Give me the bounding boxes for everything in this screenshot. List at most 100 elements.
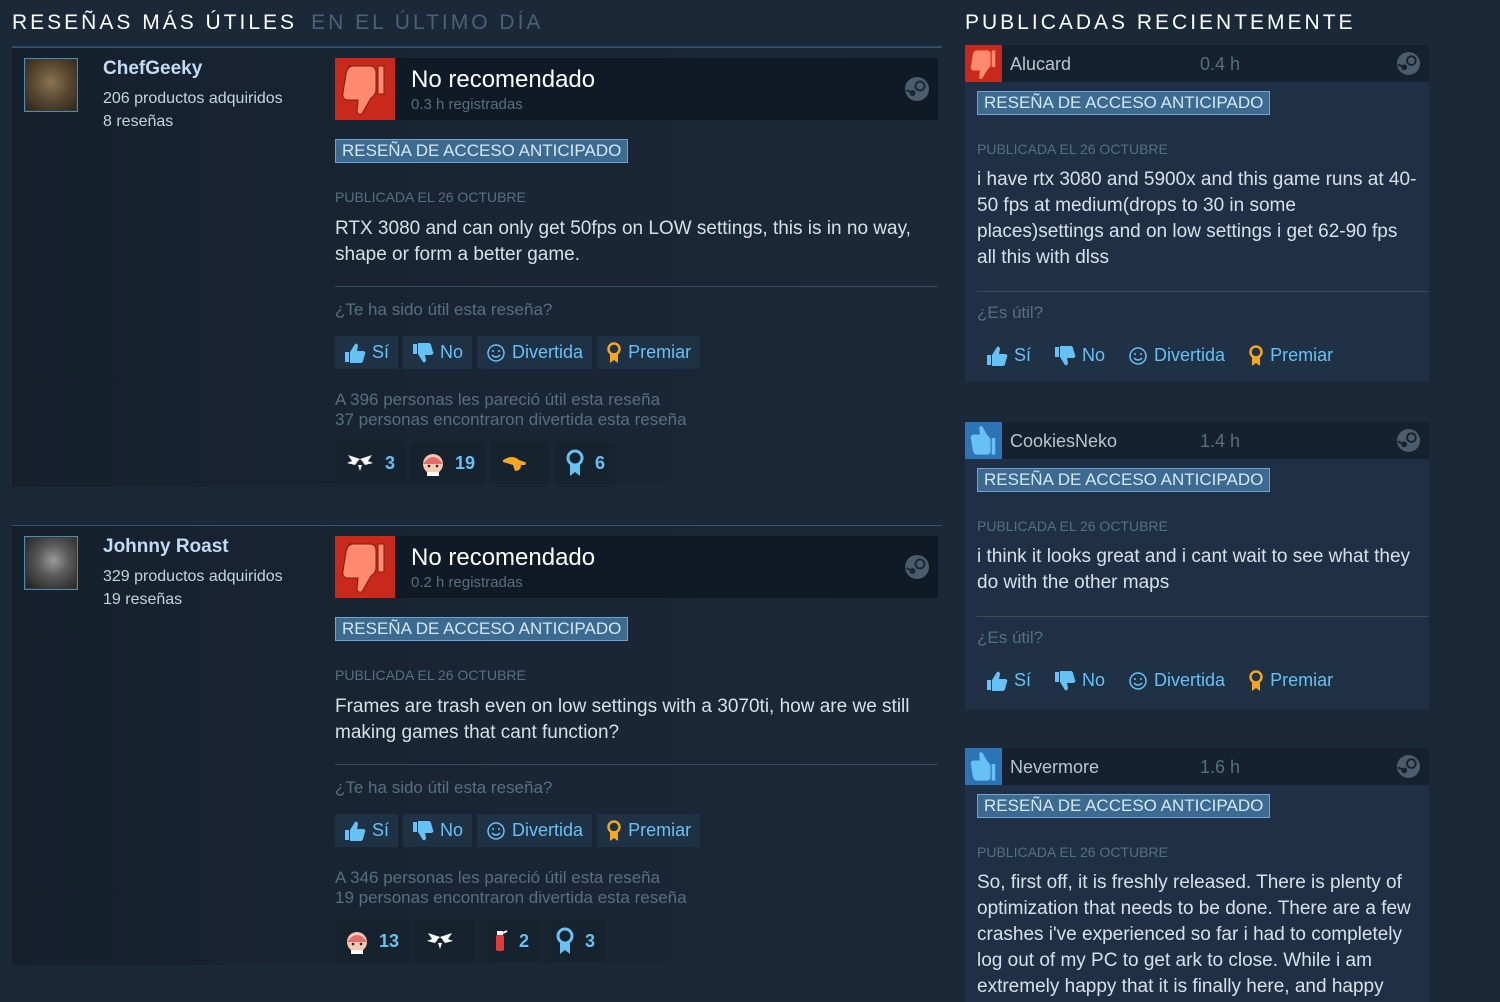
vote-buttons: Sí No Divertida Premiar [335, 814, 938, 847]
avatar[interactable] [24, 58, 78, 112]
posted-date: PUBLICADA EL 26 OCTUBRE [977, 518, 1168, 534]
review-text: So, first off, it is freshly released. T… [977, 872, 1411, 997]
author-name[interactable]: Alucard [1010, 54, 1071, 75]
award-label: Premiar [1270, 345, 1334, 365]
section-title-sub[interactable]: EN EL ÚLTIMO DÍA [311, 11, 543, 34]
award-chip[interactable]: 6 [555, 442, 616, 484]
section-title: RESEÑAS MÁS ÚTILES EN EL ÚLTIMO DÍA [12, 0, 942, 47]
author-reviews-count[interactable]: 8 reseñas [103, 113, 173, 131]
thumbs-down-small-icon [413, 820, 434, 840]
vote-yes-label: Sí [372, 820, 390, 840]
helpful-count-text: A 346 personas les pareció útil esta res… [335, 868, 661, 887]
thumbs-down-small-icon [1055, 345, 1076, 365]
award-button[interactable]: Premiar [1239, 339, 1343, 372]
review-verdict[interactable]: No recomendado 0.2 h registradas [335, 536, 938, 598]
vote-funny-button[interactable]: Divertida [1119, 664, 1235, 697]
early-access-badge: RESEÑA DE ACCESO ANTICIPADO [977, 794, 1271, 818]
recent-review-header[interactable]: CookiesNeko 1.4 h [965, 422, 1429, 459]
vote-yes-button[interactable]: Sí [335, 336, 399, 369]
author-name[interactable]: Johnny Roast [103, 536, 229, 558]
award-chip[interactable]: 3 [335, 442, 406, 484]
vote-funny-label: Divertida [512, 820, 584, 840]
hand-award-icon [503, 457, 527, 471]
review-card: Johnny Roast 329 productos adquiridos 19… [12, 525, 942, 965]
vote-yes-label: Sí [372, 342, 390, 362]
award-label: Premiar [628, 342, 692, 362]
ribbon-award-icon [566, 449, 584, 476]
thumbs-down-small-icon [1055, 670, 1076, 690]
review-verdict[interactable]: No recomendado 0.3 h registradas [335, 58, 938, 120]
award-button[interactable]: Premiar [597, 814, 701, 847]
recent-review-body: RESEÑA DE ACCESO ANTICIPADO PUBLICADA EL… [965, 459, 1429, 697]
thumbs-down-icon [335, 58, 395, 120]
vote-funny-button[interactable]: Divertida [477, 814, 593, 847]
review-text: Frames are trash even on low settings wi… [335, 696, 910, 743]
vote-no-button[interactable]: No [403, 336, 473, 369]
vote-no-label: No [440, 820, 464, 840]
vote-no-button[interactable]: No [1045, 664, 1115, 697]
divider [335, 764, 938, 765]
helpful-question: ¿Es útil? [977, 628, 1044, 647]
recent-review-card: Nevermore 1.6 h RESEÑA DE ACCESO ANTICIP… [965, 748, 1429, 1002]
early-access-badge: RESEÑA DE ACCESO ANTICIPADO [335, 617, 629, 641]
steam-logo-icon [1396, 51, 1421, 76]
award-chip[interactable]: 2 [481, 920, 540, 962]
early-access-badge: RESEÑA DE ACCESO ANTICIPADO [977, 468, 1271, 492]
funny-count-text: 37 personas encontraron divertida esta r… [335, 410, 687, 429]
award-ribbon-icon [607, 819, 621, 841]
thumbs-down-small-icon [413, 342, 434, 362]
vote-no-label: No [1082, 345, 1106, 365]
helpful-question: ¿Te ha sido útil esta reseña? [335, 778, 553, 797]
divider [335, 286, 938, 287]
vote-no-button[interactable]: No [403, 814, 473, 847]
recent-review-header[interactable]: Alucard 0.4 h [965, 45, 1429, 82]
award-button[interactable]: Premiar [1239, 664, 1343, 697]
vote-funny-label: Divertida [512, 342, 584, 362]
early-access-badge: RESEÑA DE ACCESO ANTICIPADO [977, 91, 1271, 115]
vote-yes-label: Sí [1014, 670, 1032, 690]
author-name[interactable]: Nevermore [1010, 757, 1099, 778]
award-chip[interactable] [415, 920, 476, 962]
vote-no-label: No [1082, 670, 1106, 690]
vote-funny-label: Divertida [1154, 670, 1226, 690]
review-body: No recomendado 0.2 h registradas RESEÑA … [335, 536, 938, 962]
award-chip[interactable]: 13 [335, 920, 410, 962]
vote-yes-button[interactable]: Sí [977, 339, 1041, 372]
thumbs-down-icon [335, 536, 395, 598]
author-name[interactable]: CookiesNeko [1010, 431, 1117, 452]
award-count: 2 [519, 930, 530, 951]
verdict-title: No recomendado [411, 66, 596, 93]
baby-award-icon [347, 932, 367, 954]
award-button[interactable]: Premiar [597, 336, 701, 369]
section-title-main: RESEÑAS MÁS ÚTILES [12, 11, 298, 34]
ribbon-award-icon [556, 927, 574, 954]
award-ribbon-icon [1249, 344, 1263, 366]
author-products[interactable]: 206 productos adquiridos [103, 90, 283, 108]
author-products[interactable]: 329 productos adquiridos [103, 568, 283, 586]
baby-award-icon [423, 454, 444, 476]
review-text: i think it looks great and i cant wait t… [977, 546, 1411, 593]
steam-logo-icon [1396, 428, 1421, 453]
avatar[interactable] [24, 536, 78, 590]
steam-logo-icon [905, 555, 929, 579]
author-name[interactable]: ChefGeeky [103, 58, 202, 80]
vote-yes-button[interactable]: Sí [977, 664, 1041, 697]
vote-funny-button[interactable]: Divertida [477, 336, 593, 369]
verdict-title: No recomendado [411, 544, 596, 571]
divider [977, 291, 1429, 292]
thumbs-up-icon [345, 821, 366, 841]
recent-review-header[interactable]: Nevermore 1.6 h [965, 748, 1429, 785]
award-chip[interactable] [491, 442, 550, 484]
vote-no-button[interactable]: No [1045, 339, 1115, 372]
hours-played: 0.2 h registradas [411, 574, 523, 591]
funny-count-text: 19 personas encontraron divertida esta r… [335, 888, 687, 907]
author-reviews-count[interactable]: 19 reseñas [103, 591, 182, 609]
vote-yes-button[interactable]: Sí [335, 814, 399, 847]
divider [977, 616, 1429, 617]
vote-funny-button[interactable]: Divertida [1119, 339, 1235, 372]
award-chip[interactable]: 3 [545, 920, 606, 962]
award-chip[interactable]: 19 [411, 442, 486, 484]
smiley-icon [487, 343, 505, 362]
posted-date: PUBLICADA EL 26 OCTUBRE [335, 667, 526, 683]
steam-logo-icon [905, 77, 929, 101]
